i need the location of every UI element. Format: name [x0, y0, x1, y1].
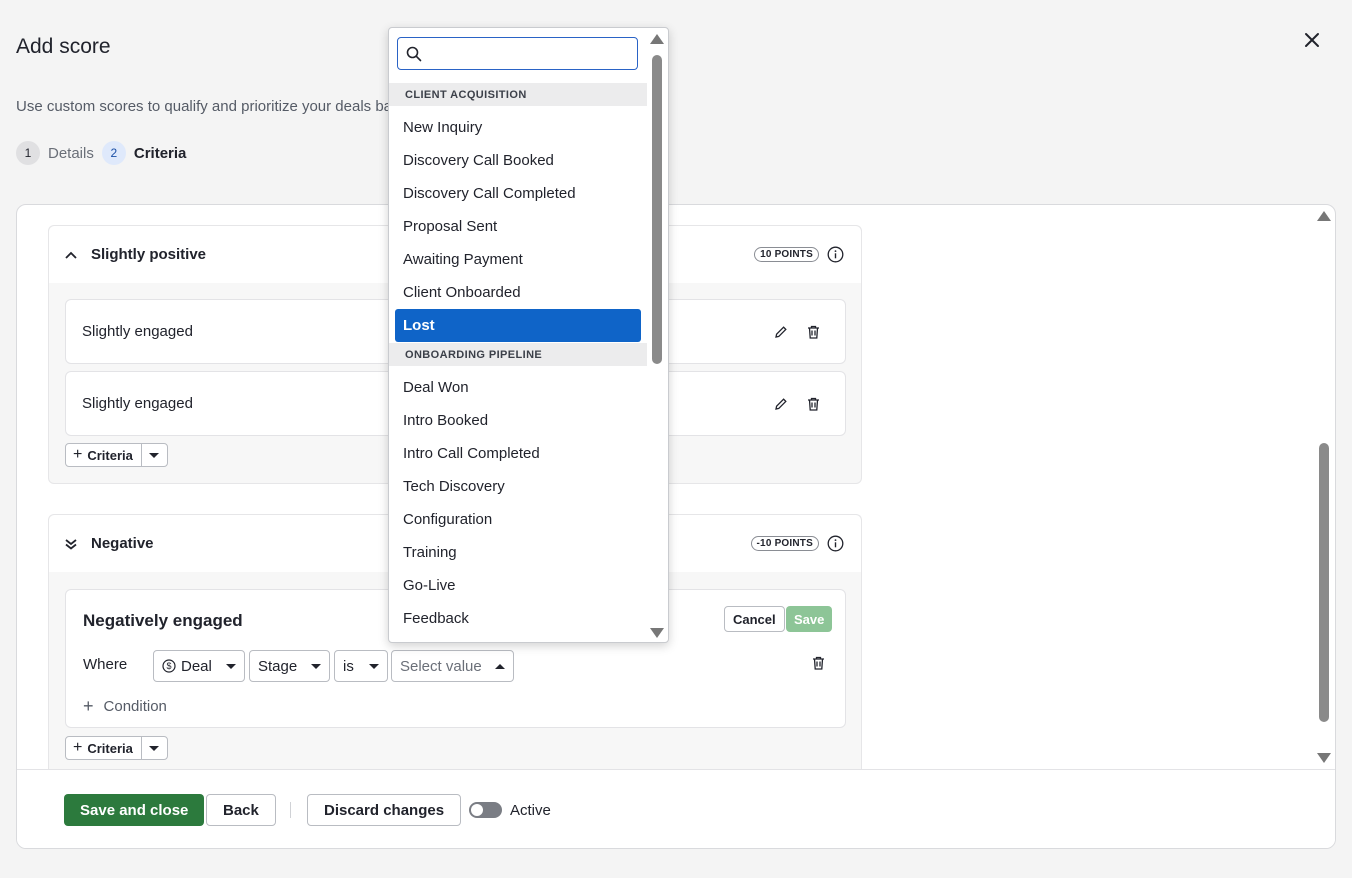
save-and-close-button[interactable]: Save and close [64, 794, 205, 826]
dropdown-option[interactable]: Go-Live [389, 569, 647, 602]
cancel-button[interactable]: Cancel [724, 606, 785, 632]
dropdown-option[interactable]: Intro Call Completed [389, 437, 647, 470]
field-select-value: Stage [258, 657, 298, 675]
caret-down-icon [226, 663, 236, 669]
delete-condition-button[interactable] [812, 656, 825, 675]
search-icon [406, 46, 422, 67]
add-criteria-button[interactable]: + Criteria [66, 737, 142, 759]
info-icon[interactable] [827, 246, 845, 264]
caret-down-icon [311, 663, 321, 669]
add-condition-button[interactable]: + Condition [83, 696, 167, 717]
dropdown-option[interactable]: Training [389, 536, 647, 569]
search-input[interactable] [428, 45, 628, 62]
caret-up-icon [495, 663, 505, 669]
add-criteria-split-button: + Criteria [65, 736, 168, 760]
operator-select[interactable]: is [334, 650, 388, 682]
points-badge: 10 POINTS [754, 247, 819, 262]
field-select[interactable]: Stage [249, 650, 330, 682]
footer-divider [290, 802, 291, 818]
caret-down-icon [149, 745, 160, 751]
dropdown-option[interactable]: Proposal Sent [389, 210, 647, 243]
dropdown-scrollbar[interactable] [650, 34, 664, 638]
add-criteria-label: Criteria [87, 740, 133, 756]
dropdown-option[interactable]: Awaiting Payment [389, 243, 647, 276]
step-1-label[interactable]: Details [48, 145, 94, 162]
scroll-down-arrow[interactable] [1317, 753, 1331, 763]
double-chevron-down-icon[interactable] [65, 538, 83, 550]
add-criteria-menu-button[interactable] [142, 737, 167, 759]
entity-select[interactable]: $ Deal [153, 650, 245, 682]
scroll-up-arrow[interactable] [1317, 211, 1331, 221]
svg-text:$: $ [166, 661, 171, 671]
step-1-number: 1 [16, 141, 40, 165]
dropdown-option[interactable]: Deal Won [389, 371, 647, 404]
info-icon[interactable] [827, 535, 845, 553]
dropdown-option[interactable]: Tech Discovery [389, 470, 647, 503]
plus-icon: + [83, 696, 94, 716]
scroll-thumb[interactable] [1319, 443, 1329, 722]
trash-icon [807, 397, 819, 411]
dropdown-option[interactable]: New Inquiry [389, 111, 647, 144]
plus-icon: + [73, 739, 83, 756]
pencil-icon [775, 397, 787, 410]
dropdown-group-header: ONBOARDING PIPELINE [389, 343, 647, 366]
scroll-up-arrow[interactable] [650, 34, 664, 44]
step-2-number: 2 [101, 141, 126, 165]
edit-button[interactable] [765, 320, 797, 344]
edit-button[interactable] [765, 392, 797, 416]
operator-select-value: is [343, 657, 354, 675]
caret-down-icon [149, 452, 160, 458]
back-button[interactable]: Back [206, 794, 276, 826]
close-icon[interactable] [1304, 32, 1320, 48]
value-select-placeholder: Select value [400, 657, 482, 675]
trash-icon [813, 656, 824, 670]
active-toggle[interactable] [469, 802, 502, 818]
panel-scrollbar[interactable] [1317, 211, 1331, 763]
modal-subtitle: Use custom scores to qualify and priorit… [16, 98, 393, 115]
add-condition-label: Condition [103, 698, 167, 715]
active-label: Active [510, 802, 551, 819]
where-label: Where [83, 656, 128, 673]
dollar-circle-icon: $ [162, 659, 176, 673]
dropdown-option[interactable]: Feedback [389, 602, 647, 635]
add-criteria-split-button: + Criteria [65, 443, 168, 467]
scroll-thumb[interactable] [652, 55, 662, 364]
toggle-knob [471, 804, 483, 816]
caret-down-icon [369, 663, 379, 669]
stepper: 1 Details 2 Criteria [16, 141, 194, 165]
step-2-label[interactable]: Criteria [134, 145, 187, 162]
delete-button[interactable] [797, 392, 829, 416]
delete-button[interactable] [797, 320, 829, 344]
dropdown-option-selected[interactable]: Lost [395, 309, 641, 342]
dropdown-option[interactable]: Client Onboarded [389, 276, 647, 309]
scroll-down-arrow[interactable] [650, 628, 664, 638]
add-criteria-button[interactable]: + Criteria [66, 444, 142, 466]
footer-bar: Save and close Back Discard changes Acti… [17, 769, 1335, 848]
value-select[interactable]: Select value [391, 650, 514, 682]
dropdown-option[interactable]: Discovery Call Completed [389, 177, 647, 210]
discard-changes-button[interactable]: Discard changes [307, 794, 462, 826]
dropdown-search[interactable] [397, 37, 638, 70]
save-button[interactable]: Save [786, 606, 833, 632]
add-criteria-menu-button[interactable] [142, 444, 167, 466]
close-button[interactable] [1300, 28, 1324, 52]
dropdown-group-header: CLIENT ACQUISITION [389, 83, 647, 106]
criteria-edit-title[interactable]: Negatively engaged [83, 611, 243, 631]
pencil-icon [775, 325, 787, 338]
entity-select-value: Deal [181, 657, 212, 675]
trash-icon [807, 325, 819, 339]
add-criteria-label: Criteria [87, 447, 133, 463]
chevron-up-icon[interactable] [65, 251, 83, 259]
dropdown-option[interactable]: Intro Booked [389, 404, 647, 437]
dropdown-list: CLIENT ACQUISITION New Inquiry Discovery… [389, 83, 647, 635]
criteria-panel: Slightly positive 10 POINTS Slightly eng… [16, 204, 1336, 849]
dropdown-option[interactable]: Configuration [389, 503, 647, 536]
criteria-scroll-area: Slightly positive 10 POINTS Slightly eng… [17, 205, 1335, 769]
plus-icon: + [73, 446, 83, 463]
stage-dropdown: CLIENT ACQUISITION New Inquiry Discovery… [388, 27, 669, 643]
points-badge: -10 POINTS [750, 536, 819, 551]
modal-title: Add score [16, 35, 111, 58]
dropdown-option[interactable]: Discovery Call Booked [389, 144, 647, 177]
